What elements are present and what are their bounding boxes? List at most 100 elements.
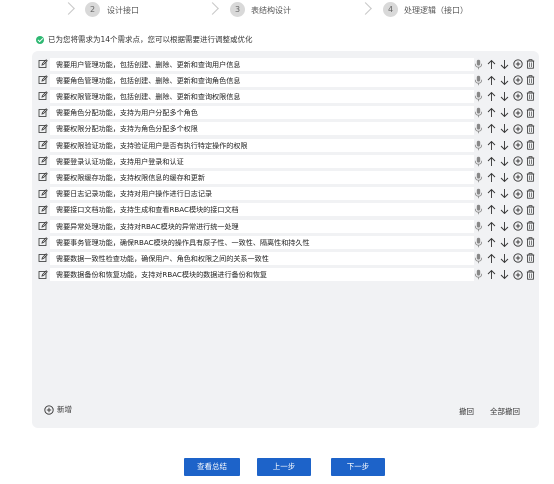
add-circle-icon[interactable] xyxy=(511,57,524,71)
arrow-down-icon[interactable] xyxy=(498,122,511,136)
step-label-processing-logic[interactable]: 处理逻辑（接口） xyxy=(404,5,468,16)
step-number[interactable]: 4 xyxy=(383,2,398,17)
edit-icon[interactable] xyxy=(37,140,48,151)
arrow-up-icon[interactable] xyxy=(485,235,498,249)
arrow-up-icon[interactable] xyxy=(485,106,498,120)
edit-icon[interactable] xyxy=(37,237,48,248)
microphone-icon[interactable] xyxy=(472,57,485,71)
edit-icon[interactable] xyxy=(37,59,48,70)
arrow-down-icon[interactable] xyxy=(498,203,511,217)
arrow-down-icon[interactable] xyxy=(498,268,511,282)
add-circle-icon[interactable] xyxy=(511,235,524,249)
add-circle-icon[interactable] xyxy=(511,203,524,217)
trash-icon[interactable] xyxy=(524,251,537,265)
arrow-up-icon[interactable] xyxy=(485,187,498,201)
add-circle-icon[interactable] xyxy=(511,106,524,120)
step-label-table-design[interactable]: 表结构设计 xyxy=(251,5,291,16)
microphone-icon[interactable] xyxy=(472,251,485,265)
trash-icon[interactable] xyxy=(524,219,537,233)
arrow-down-icon[interactable] xyxy=(498,106,511,120)
add-circle-icon[interactable] xyxy=(511,122,524,136)
edit-icon[interactable] xyxy=(37,253,48,264)
trash-icon[interactable] xyxy=(524,203,537,217)
trash-icon[interactable] xyxy=(524,73,537,87)
microphone-icon[interactable] xyxy=(472,170,485,184)
requirement-text-field[interactable]: 需要异常处理功能，支持对RBAC模块的异常进行统一处理 xyxy=(50,219,474,233)
arrow-down-icon[interactable] xyxy=(498,89,511,103)
arrow-up-icon[interactable] xyxy=(485,219,498,233)
edit-icon[interactable] xyxy=(37,156,48,167)
microphone-icon[interactable] xyxy=(472,154,485,168)
arrow-down-icon[interactable] xyxy=(498,57,511,71)
arrow-down-icon[interactable] xyxy=(498,154,511,168)
requirement-text-field[interactable]: 需要日志记录功能，支持对用户操作进行日志记录 xyxy=(50,187,474,201)
requirement-text-field[interactable]: 需要用户管理功能，包括创建、删除、更新和查询用户信息 xyxy=(50,57,474,71)
edit-icon[interactable] xyxy=(37,204,48,215)
arrow-down-icon[interactable] xyxy=(498,251,511,265)
trash-icon[interactable] xyxy=(524,89,537,103)
step-number[interactable]: 3 xyxy=(230,2,245,17)
requirement-text-field[interactable]: 需要权限验证功能，支持验证用户是否有执行特定操作的权限 xyxy=(50,138,474,152)
step-label-design-interface[interactable]: 设计接口 xyxy=(107,5,139,16)
edit-icon[interactable] xyxy=(37,75,48,86)
arrow-down-icon[interactable] xyxy=(498,170,511,184)
add-requirement-button[interactable]: 新增 xyxy=(44,404,72,415)
microphone-icon[interactable] xyxy=(472,106,485,120)
requirement-text-field[interactable]: 需要登录认证功能，支持用户登录和认证 xyxy=(50,154,474,168)
trash-icon[interactable] xyxy=(524,170,537,184)
add-circle-icon[interactable] xyxy=(511,187,524,201)
requirement-text-field[interactable]: 需要权限分配功能，支持为角色分配多个权限 xyxy=(50,122,474,136)
requirement-text-field[interactable]: 需要数据一致性检查功能，确保用户、角色和权限之间的关系一致性 xyxy=(50,251,474,265)
step-number[interactable]: 2 xyxy=(85,2,100,17)
arrow-up-icon[interactable] xyxy=(485,268,498,282)
requirement-text-field[interactable]: 需要权限缓存功能，支持权限信息的缓存和更新 xyxy=(50,170,474,184)
add-circle-icon[interactable] xyxy=(511,154,524,168)
trash-icon[interactable] xyxy=(524,154,537,168)
arrow-up-icon[interactable] xyxy=(485,73,498,87)
edit-icon[interactable] xyxy=(37,91,48,102)
arrow-up-icon[interactable] xyxy=(485,203,498,217)
arrow-down-icon[interactable] xyxy=(498,235,511,249)
arrow-down-icon[interactable] xyxy=(498,138,511,152)
microphone-icon[interactable] xyxy=(472,138,485,152)
arrow-up-icon[interactable] xyxy=(485,122,498,136)
add-circle-icon[interactable] xyxy=(511,73,524,87)
trash-icon[interactable] xyxy=(524,138,537,152)
trash-icon[interactable] xyxy=(524,235,537,249)
previous-step-button[interactable]: 上一步 xyxy=(257,458,311,476)
trash-icon[interactable] xyxy=(524,122,537,136)
requirement-text-field[interactable]: 需要角色分配功能，支持为用户分配多个角色 xyxy=(50,106,474,120)
arrow-up-icon[interactable] xyxy=(485,57,498,71)
arrow-up-icon[interactable] xyxy=(485,154,498,168)
trash-icon[interactable] xyxy=(524,106,537,120)
requirement-text-field[interactable]: 需要权限管理功能，包括创建、删除、更新和查询权限信息 xyxy=(50,89,474,103)
arrow-up-icon[interactable] xyxy=(485,251,498,265)
undo-all-button[interactable]: 全部撤回 xyxy=(490,406,520,417)
add-circle-icon[interactable] xyxy=(511,268,524,282)
microphone-icon[interactable] xyxy=(472,268,485,282)
microphone-icon[interactable] xyxy=(472,219,485,233)
microphone-icon[interactable] xyxy=(472,89,485,103)
edit-icon[interactable] xyxy=(37,269,48,280)
edit-icon[interactable] xyxy=(37,107,48,118)
edit-icon[interactable] xyxy=(37,123,48,134)
arrow-down-icon[interactable] xyxy=(498,73,511,87)
microphone-icon[interactable] xyxy=(472,203,485,217)
trash-icon[interactable] xyxy=(524,187,537,201)
arrow-up-icon[interactable] xyxy=(485,138,498,152)
view-summary-button[interactable]: 查看总结 xyxy=(184,458,240,476)
add-circle-icon[interactable] xyxy=(511,251,524,265)
add-circle-icon[interactable] xyxy=(511,138,524,152)
edit-icon[interactable] xyxy=(37,172,48,183)
add-circle-icon[interactable] xyxy=(511,170,524,184)
requirement-text-field[interactable]: 需要接口文档功能，支持生成和查看RBAC模块的接口文档 xyxy=(50,203,474,217)
arrow-down-icon[interactable] xyxy=(498,187,511,201)
trash-icon[interactable] xyxy=(524,57,537,71)
requirement-text-field[interactable]: 需要数据备份和恢复功能，支持对RBAC模块的数据进行备份和恢复 xyxy=(50,268,474,282)
arrow-down-icon[interactable] xyxy=(498,219,511,233)
arrow-up-icon[interactable] xyxy=(485,89,498,103)
add-circle-icon[interactable] xyxy=(511,89,524,103)
next-step-button[interactable]: 下一步 xyxy=(331,458,385,476)
requirement-text-field[interactable]: 需要事务管理功能，确保RBAC模块的操作具有原子性、一致性、隔离性和持久性 xyxy=(50,235,474,249)
microphone-icon[interactable] xyxy=(472,122,485,136)
